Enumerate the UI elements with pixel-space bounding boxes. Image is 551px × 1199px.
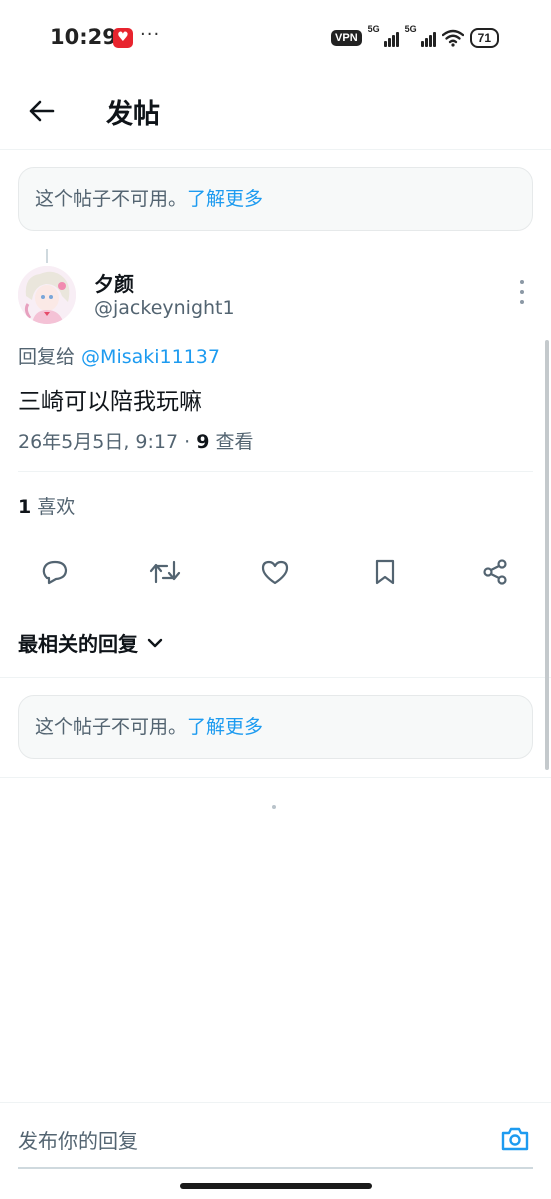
author-handle[interactable]: @jackeynight1 (94, 297, 235, 319)
tweet-actions (0, 552, 551, 592)
unavailable-post-banner: 这个帖子不可用。了解更多 (18, 167, 533, 231)
retweet-icon (149, 560, 181, 584)
loading-indicator (272, 805, 276, 809)
status-time: 10:29 (50, 25, 117, 49)
battery-icon: 71 (469, 28, 499, 48)
wifi-icon (441, 29, 464, 47)
avatar[interactable] (18, 266, 76, 324)
back-button[interactable] (24, 94, 58, 128)
reply-button[interactable] (35, 552, 75, 592)
divider (0, 777, 551, 778)
status-bar: 10:29 ♥ ··· VPN 5G 5G 71 (0, 0, 551, 76)
divider (18, 471, 533, 472)
reply-input-underline (18, 1167, 533, 1169)
reply-input[interactable]: 发布你的回复 (18, 1125, 138, 1154)
app-notification-icon: ♥ (113, 28, 133, 48)
avatar-image (18, 266, 76, 324)
tweet-text: 三崎可以陪我玩嘛 (18, 389, 202, 415)
tweet-timestamp[interactable]: 26年5月5日, 9:17 · (18, 431, 196, 453)
like-button[interactable] (255, 552, 295, 592)
reply-icon (42, 560, 68, 585)
like-icon (261, 560, 289, 585)
share-button[interactable] (475, 552, 515, 592)
view-label: 查看 (209, 431, 254, 453)
more-notifications-icon: ··· (140, 24, 161, 45)
signal-icon-2: 5G (405, 24, 436, 47)
unavailable-reply-banner: 这个帖子不可用。了解更多 (18, 695, 533, 759)
scrollbar[interactable] (545, 340, 549, 770)
like-label: 喜欢 (31, 496, 76, 518)
reply-to-line: 回复给 @Misaki11137 (18, 342, 220, 369)
more-dot-icon (520, 280, 524, 284)
bookmark-button[interactable] (365, 552, 405, 592)
retweet-button[interactable] (145, 552, 185, 592)
chevron-down-icon (147, 638, 163, 647)
top-header: 发帖 (0, 76, 551, 150)
status-icons: VPN 5G 5G 71 (331, 24, 499, 50)
reply-mention-link[interactable]: @Misaki11137 (81, 346, 220, 368)
home-indicator[interactable] (180, 1183, 372, 1189)
like-count: 1 (18, 496, 32, 518)
more-options-button[interactable] (517, 280, 527, 304)
unavailable-text: 这个帖子不可用。 (35, 188, 188, 210)
battery-level: 71 (477, 31, 491, 45)
learn-more-link[interactable]: 了解更多 (187, 188, 263, 210)
reply-sort-dropdown[interactable]: 最相关的回复 (18, 628, 164, 657)
view-count: 9 (196, 431, 210, 453)
unavailable-text: 这个帖子不可用。 (35, 716, 188, 738)
page-title: 发帖 (106, 99, 160, 130)
reply-to-label: 回复给 (18, 346, 82, 368)
sort-label: 最相关的回复 (18, 632, 138, 656)
share-icon (483, 559, 507, 585)
learn-more-link[interactable]: 了解更多 (187, 716, 263, 738)
camera-icon (501, 1127, 529, 1151)
thread-connector (46, 249, 48, 263)
tweet-meta: 26年5月5日, 9:17 · 9 查看 (18, 427, 254, 454)
likes-summary[interactable]: 1 喜欢 (18, 492, 75, 519)
camera-button[interactable] (499, 1123, 531, 1155)
bookmark-icon (375, 559, 395, 585)
signal-icon: 5G (368, 24, 399, 47)
divider (0, 677, 551, 678)
back-arrow-icon (29, 100, 55, 122)
vpn-icon: VPN (331, 30, 362, 46)
author-name[interactable]: 夕颜 (94, 268, 134, 297)
